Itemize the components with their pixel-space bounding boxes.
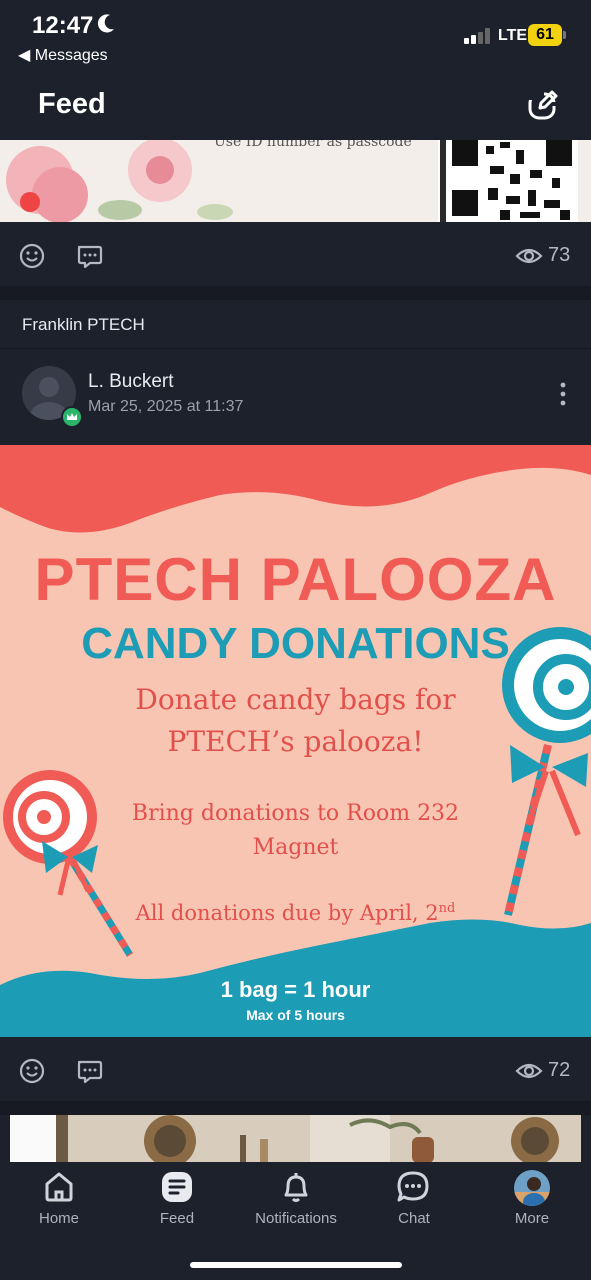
flyer-line-2: PTECH’s palooza! [167,725,424,758]
flyer-line-5: All donations due by April, 2nd [135,901,456,925]
comment-icon[interactable] [75,242,103,270]
tab-feed-label[interactable]: Feed [117,1210,237,1227]
more-options-icon[interactable] [556,380,570,408]
post-actions-bar: 72 [0,1037,591,1101]
flyer-subtitle: CANDY DONATIONS [81,619,510,668]
home-indicator [190,1262,402,1268]
views-eye-icon [515,248,543,264]
status-time: 12:47 [32,12,94,39]
post-actions-bar: 73 [0,222,591,286]
tab-notifications-label[interactable]: Notifications [236,1210,356,1227]
author-name[interactable]: L. Buckert [88,371,174,393]
post-timestamp: Mar 25, 2025 at 11:37 [88,398,244,415]
views-eye-icon [515,1063,543,1079]
page-title: Feed [38,88,106,120]
flyer-title: PTECH PALOOZA [34,546,557,613]
home-icon[interactable] [42,1170,76,1204]
view-count: 72 [548,1059,571,1081]
flyer-max-rule: Max of 5 hours [246,1007,345,1023]
group-name[interactable]: Franklin PTECH [22,315,145,335]
react-emoji-icon[interactable] [18,242,46,270]
bell-icon[interactable] [279,1170,313,1204]
next-post-image[interactable] [10,1115,581,1163]
post-divider [0,286,591,300]
tab-more-label[interactable]: More [472,1210,591,1227]
post-image-flyer[interactable]: PTECH PALOOZA CANDY DONATIONS Donate can… [0,445,591,1037]
crown-badge-icon [61,406,83,428]
back-to-messages-link[interactable]: ◀ Messages [18,45,108,65]
network-type: LTE [498,27,528,44]
moon-icon [97,14,114,33]
view-count: 73 [548,244,571,266]
previous-post-image-text: Use ID number as passcode [214,140,412,150]
chat-icon[interactable] [396,1170,430,1204]
post-divider [0,1101,591,1115]
battery-icon: 61 [528,24,568,46]
flyer-bag-rule: 1 bag = 1 hour [220,977,371,1002]
tab-chat-label[interactable]: Chat [354,1210,474,1227]
tab-home-label[interactable]: Home [0,1210,119,1227]
feed-icon[interactable] [160,1170,194,1204]
flyer-line-3: Bring donations to Room 232 [131,801,460,826]
flyer-line-1: Donate candy bags for [135,683,456,716]
react-emoji-icon[interactable] [18,1057,46,1085]
signal-icon [464,28,490,44]
compose-icon[interactable] [526,88,560,122]
comment-icon[interactable] [75,1057,103,1085]
previous-post-image[interactable]: Use ID number as passcode [0,140,591,222]
flyer-line-4: Magnet [252,835,339,860]
profile-avatar[interactable] [514,1170,550,1206]
battery-level: 61 [528,24,562,46]
